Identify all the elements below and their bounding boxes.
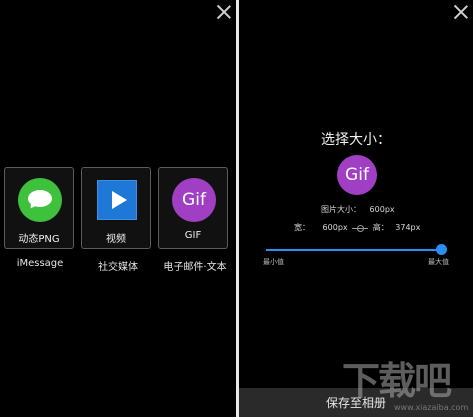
width-label: 宽： bbox=[294, 223, 310, 232]
slider-max-label: 最大值 bbox=[428, 258, 449, 266]
width-value: 600px bbox=[322, 223, 348, 232]
image-size-value: 600px bbox=[369, 205, 395, 214]
tile-gif[interactable]: Gif GIF bbox=[158, 167, 228, 249]
caption-email-text: 电子邮件·文本 bbox=[163, 262, 227, 273]
tile-video[interactable]: 视频 bbox=[81, 167, 151, 249]
size-picker-panel: 选择大小： Gif 图片大小： 600px 宽： 600px 高： 374px … bbox=[239, 0, 473, 417]
tile-animated-png[interactable]: 动态PNG bbox=[4, 167, 74, 249]
gif-preview-icon: Gif bbox=[337, 155, 377, 195]
watermark-url: www.xiazaiba.com bbox=[394, 403, 469, 412]
tile-label: 视频 bbox=[106, 234, 126, 245]
size-title: 选择大小： bbox=[321, 132, 391, 148]
watermark-logo: 下载吧 bbox=[342, 359, 452, 403]
caption-imessage: iMessage bbox=[16, 258, 64, 269]
aspect-link-icon[interactable] bbox=[352, 224, 369, 232]
size-slider-track[interactable] bbox=[266, 249, 441, 251]
height-value: 374px bbox=[395, 223, 421, 232]
video-play-icon bbox=[95, 178, 139, 222]
format-picker-panel: 动态PNG 视频 Gif GIF iMessage 社交媒体 电子邮件·文本 bbox=[0, 0, 236, 417]
height-label: 高： bbox=[372, 223, 389, 232]
tile-label: GIF bbox=[184, 230, 202, 241]
close-icon[interactable] bbox=[216, 4, 232, 20]
caption-social-media: 社交媒体 bbox=[98, 262, 138, 273]
image-size-info: 图片大小： 600px bbox=[321, 204, 395, 215]
tile-label: 动态PNG bbox=[18, 234, 60, 245]
slider-min-label: 最小值 bbox=[263, 258, 284, 266]
size-slider-thumb[interactable] bbox=[435, 244, 447, 255]
gif-icon: Gif bbox=[172, 178, 216, 222]
image-size-label: 图片大小： bbox=[321, 205, 361, 214]
dimensions-info: 宽： 600px 高： 374px bbox=[294, 222, 420, 233]
close-icon[interactable] bbox=[453, 4, 469, 20]
message-bubble-icon bbox=[18, 178, 62, 222]
